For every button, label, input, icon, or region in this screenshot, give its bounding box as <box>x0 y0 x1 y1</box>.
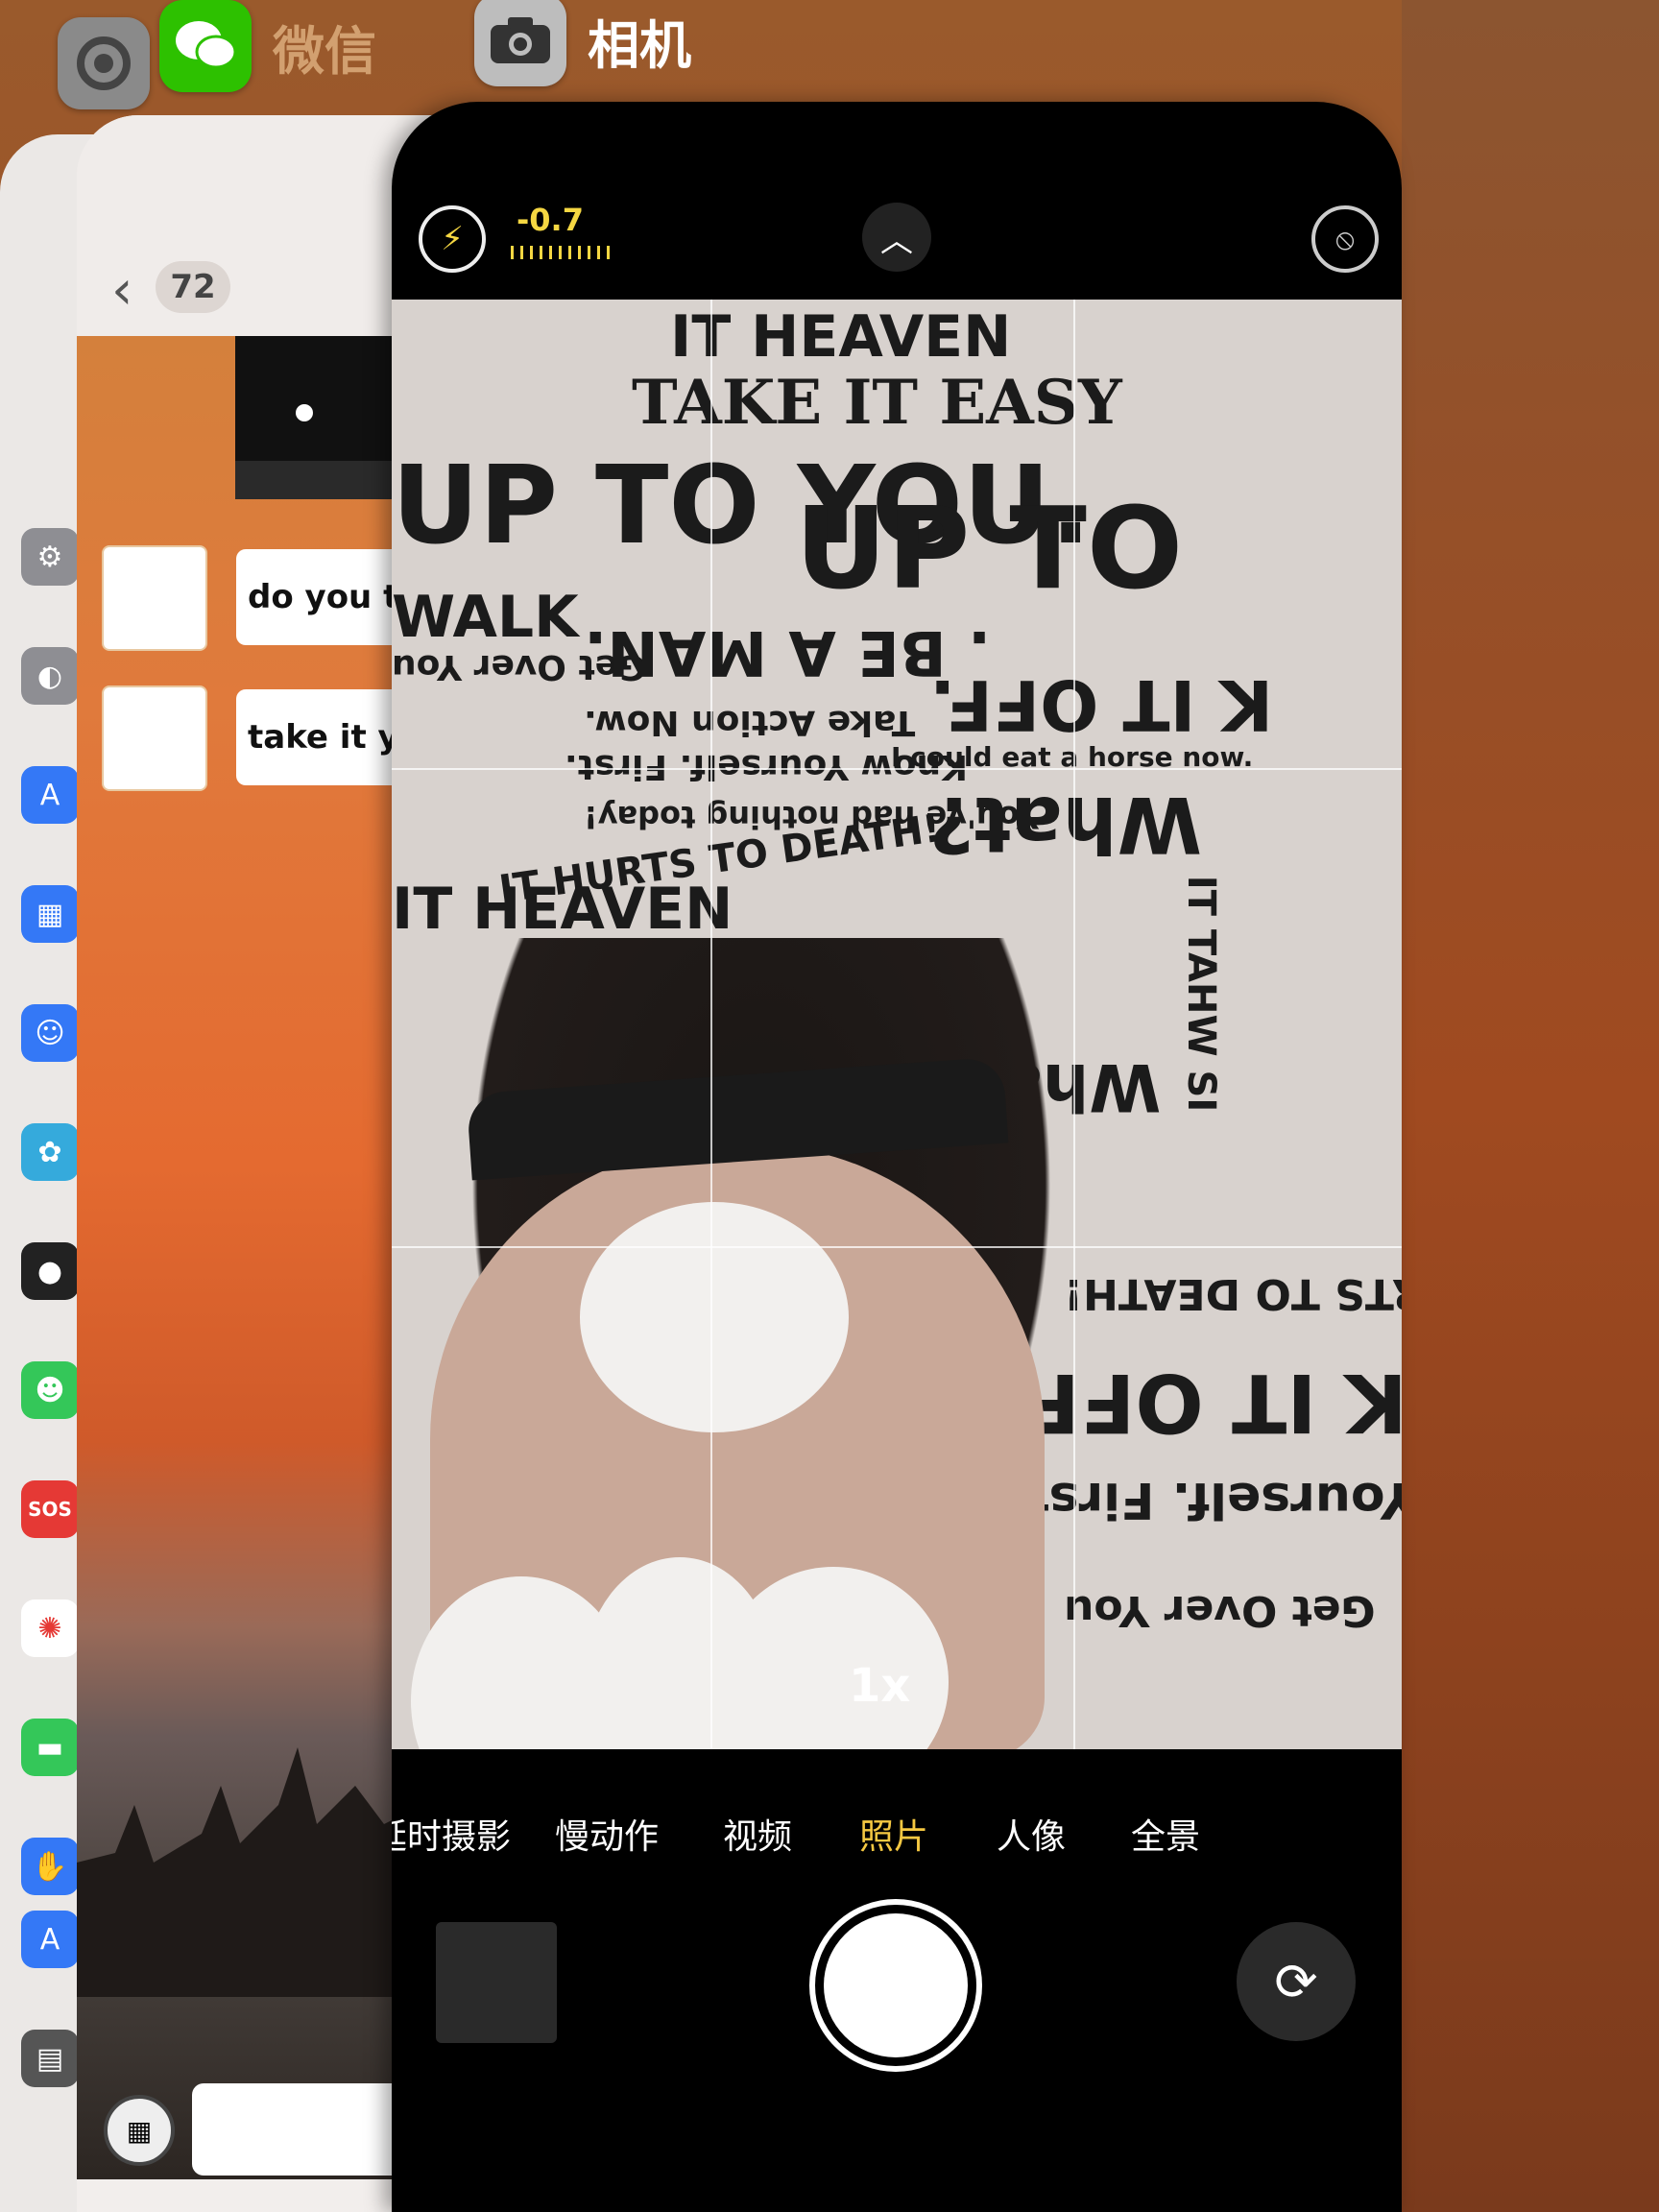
mode-photo[interactable]: 照片 <box>859 1809 928 1859</box>
camera-mode-selector: 延时摄影 慢动作 视频 照片 人像 全景 <box>392 1809 1402 1866</box>
exposure-slider[interactable] <box>511 246 611 259</box>
face-patch <box>580 1202 849 1432</box>
app-label-camera[interactable]: 相机 <box>474 0 691 86</box>
poster-text: Take Action Now. <box>584 703 916 742</box>
avatar[interactable] <box>104 547 205 649</box>
zoom-level-button[interactable]: 1x <box>849 1659 910 1713</box>
mode-video[interactable]: 视频 <box>723 1809 792 1859</box>
control-center-icon[interactable]: ◐ <box>21 647 79 705</box>
flash-icon[interactable]: ⚡ <box>419 205 486 273</box>
avatar[interactable] <box>104 687 205 789</box>
live-photo-off-icon[interactable]: ⦸ <box>1311 205 1379 273</box>
siri-icon[interactable]: ● <box>21 1242 79 1300</box>
mode-pano[interactable]: 全景 <box>1131 1809 1200 1859</box>
wallpaper-icon[interactable]: ✿ <box>21 1123 79 1181</box>
shutter-inner <box>824 1913 968 2057</box>
battery-icon[interactable]: ▬ <box>21 1719 79 1776</box>
exposure-notification-icon[interactable]: ✺ <box>21 1599 79 1657</box>
app-store-icon[interactable]: A <box>21 1911 79 1968</box>
grid-line <box>710 300 712 1749</box>
camera-label: 相机 <box>588 14 691 76</box>
switch-camera-icon[interactable]: ⟳ <box>1237 1922 1356 2041</box>
last-photo-thumbnail[interactable] <box>436 1922 557 2043</box>
voice-input-icon[interactable]: ▦ <box>104 2095 175 2166</box>
camera-app-card[interactable]: ⚡ -0.7 ︿ ⦸ IT HEAVEN TAKE IT EASY UP TO … <box>392 102 1402 2212</box>
mode-time-lapse[interactable]: 延时摄影 <box>392 1809 511 1859</box>
settings-app-icon <box>58 17 150 109</box>
message-input[interactable] <box>192 2083 403 2176</box>
wallpaper <box>1402 0 1659 2212</box>
grid-line <box>392 768 1402 770</box>
exposure-value: -0.7 <box>517 202 584 238</box>
message-text: take it y <box>248 718 399 757</box>
grid-line <box>392 1246 1402 1248</box>
wechat-label: 微信 <box>273 20 376 82</box>
home-screen-icon[interactable]: ▦ <box>21 885 79 943</box>
poster-text: IT HEAVEN <box>392 876 733 943</box>
emergency-sos-icon[interactable]: SOS <box>21 1480 79 1538</box>
app-label-settings[interactable] <box>58 17 150 109</box>
unread-badge: 72 <box>156 261 230 313</box>
poster-text: WALK <box>392 584 579 651</box>
mode-slo-mo[interactable]: 慢动作 <box>555 1809 659 1859</box>
poster-text: IT TAHW SI <box>1179 875 1224 1113</box>
camera-top-bar: ⚡ -0.7 ︿ ⦸ <box>392 102 1402 300</box>
back-chevron-icon[interactable]: ‹ <box>111 259 132 322</box>
poster-text: K IT OFF. <box>929 664 1274 745</box>
camera-app-icon <box>474 0 566 86</box>
wallet-icon[interactable]: ▤ <box>21 2030 79 2087</box>
face-id-icon[interactable]: ☻ <box>21 1361 79 1419</box>
accessibility-icon[interactable]: ☺ <box>21 1004 79 1062</box>
poster-text: TAKE IT EASY <box>632 367 1122 439</box>
app-label-wechat[interactable]: 微信 <box>159 0 376 92</box>
poster-text: IT HEAVEN <box>670 303 1012 371</box>
wechat-app-icon <box>159 0 252 92</box>
shutter-button[interactable] <box>809 1899 982 2072</box>
display-icon[interactable]: A <box>21 766 79 824</box>
grid-line <box>1073 300 1075 1749</box>
general-icon[interactable]: ⚙ <box>21 528 79 586</box>
poster-text: UP TO <box>795 482 1184 614</box>
camera-viewfinder[interactable]: IT HEAVEN TAKE IT EASY UP TO YOU. UP TO … <box>392 300 1402 1749</box>
privacy-icon[interactable]: ✋ <box>21 1838 79 1895</box>
mode-portrait[interactable]: 人像 <box>997 1809 1066 1859</box>
chevron-up-icon[interactable]: ︿ <box>862 203 931 272</box>
settings-icon-list: ⚙ ◐ A ▦ ☺ ✿ ● ☻ SOS ✺ ▬ ✋ <box>21 528 79 1957</box>
poster-text: What? <box>929 780 1202 869</box>
